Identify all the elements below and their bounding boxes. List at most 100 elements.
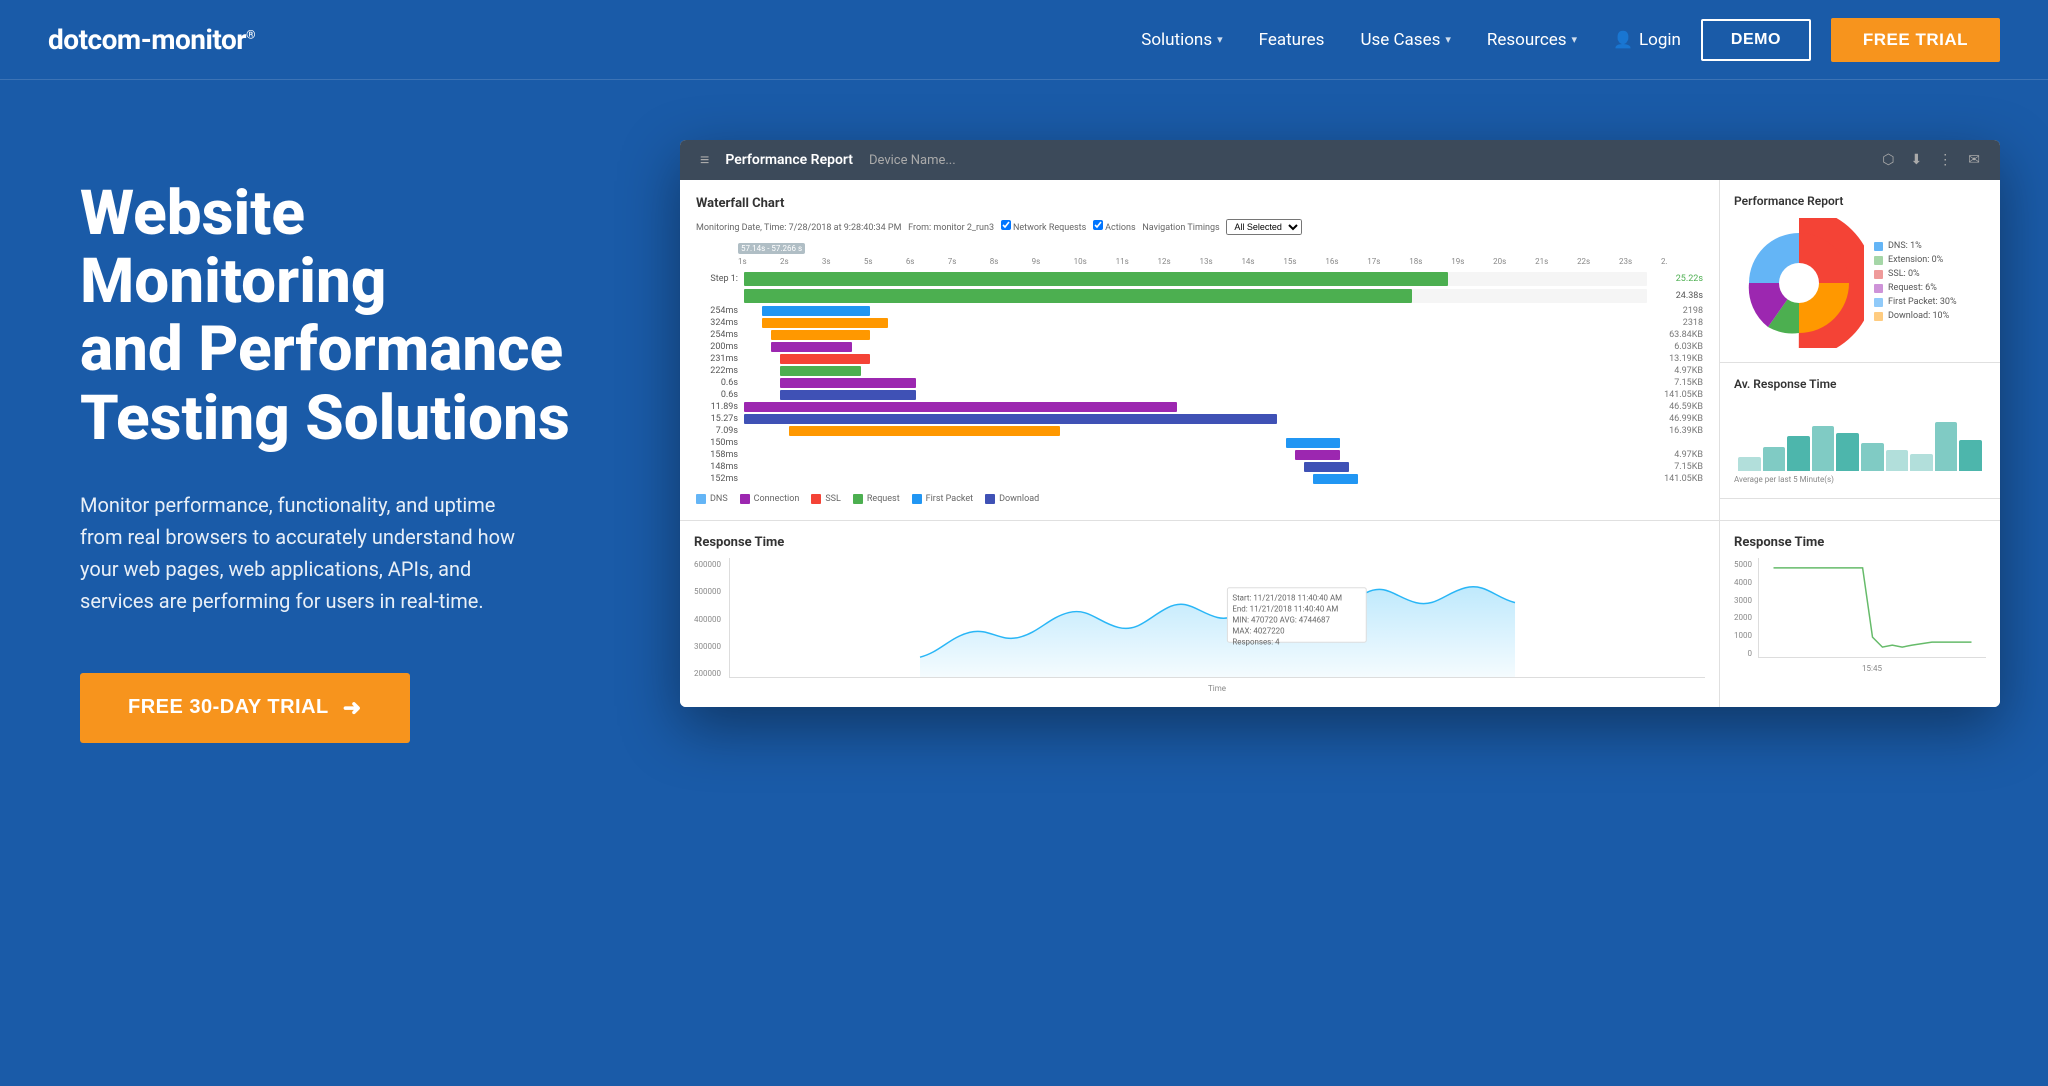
bar-chart-bar bbox=[1935, 422, 1958, 471]
response-time-section-2: Response Time 5000 4000 3000 2000 1000 0 bbox=[1720, 521, 2000, 707]
svg-text:Responses: 4: Responses: 4 bbox=[1232, 637, 1280, 646]
hero-section: Website Monitoringand PerformanceTesting… bbox=[0, 80, 2048, 980]
table-row: 254ms 63.84KB bbox=[696, 330, 1703, 340]
bar-chart-bar bbox=[1763, 447, 1786, 472]
bar-chart-area bbox=[1734, 401, 1986, 471]
free-trial-button[interactable]: FREE TRIAL bbox=[1831, 18, 2000, 62]
table-row: 0.6s 141.05KB bbox=[696, 390, 1703, 400]
bar-chart-bar bbox=[1959, 440, 1982, 472]
cta-label: FREE 30-DAY TRIAL bbox=[128, 696, 329, 719]
x-axis-label-2: 15:45 bbox=[1758, 664, 1986, 673]
table-row: 148ms 7.15KB bbox=[696, 462, 1703, 472]
line-chart-2-svg bbox=[1758, 558, 1986, 658]
pie-chart-section: Performance Report bbox=[1720, 180, 2000, 363]
hero-right: ≡ Performance Report Device Name... ⬡ ⬇ … bbox=[680, 140, 2000, 707]
share-icon[interactable]: ⬡ bbox=[1882, 152, 1894, 168]
login-link[interactable]: 👤 Login bbox=[1613, 30, 1681, 50]
hero-left: Website Monitoringand PerformanceTesting… bbox=[80, 140, 620, 743]
navbar: dotcom-monitor® Solutions ▾ Features Use… bbox=[0, 0, 2048, 80]
pie-area: DNS: 1% Extension: 0% SSL: 0% Request: 6… bbox=[1734, 218, 1986, 348]
line-chart-container: Start: 11/21/2018 11:40:40 AM End: 11/21… bbox=[729, 558, 1705, 693]
waterfall-meta: Monitoring Date, Time: 7/28/2018 at 9:28… bbox=[696, 219, 1703, 235]
dashboard-title: Performance Report bbox=[725, 152, 853, 168]
table-row: 324ms 2318 bbox=[696, 318, 1703, 328]
bar-chart-bar bbox=[1910, 454, 1933, 472]
timescale-row: 1s 2s 3s 5s 6s 7s 8s 9s 10s 11s 12s 13s bbox=[696, 257, 1703, 266]
demo-button[interactable]: DEMO bbox=[1701, 19, 1811, 61]
nav-features[interactable]: Features bbox=[1259, 30, 1325, 50]
dashboard-body: Waterfall Chart Monitoring Date, Time: 7… bbox=[680, 180, 2000, 520]
svg-text:MAX: 4027220: MAX: 4027220 bbox=[1232, 626, 1284, 635]
arrow-icon: ➜ bbox=[343, 695, 362, 721]
bar-chart-bar bbox=[1861, 443, 1884, 471]
hero-title: Website Monitoringand PerformanceTesting… bbox=[80, 180, 620, 453]
brand-trademark: ® bbox=[246, 28, 255, 42]
nav-solutions[interactable]: Solutions ▾ bbox=[1141, 30, 1222, 50]
table-row: 150ms bbox=[696, 438, 1703, 448]
table-row: 152ms 141.05KB bbox=[696, 474, 1703, 484]
bar-chart-bar bbox=[1738, 457, 1761, 471]
cta-trial-button[interactable]: FREE 30-DAY TRIAL ➜ bbox=[80, 673, 410, 743]
bar-chart-bar bbox=[1812, 426, 1835, 472]
response-time-2-area: 5000 4000 3000 2000 1000 0 bbox=[1734, 558, 1986, 673]
table-row: 11.89s 46.59KB bbox=[696, 402, 1703, 412]
waterfall-legend: DNS Connection SSL Request First Packet … bbox=[696, 494, 1703, 504]
bar-chart-section: Av. Response Time bbox=[1720, 363, 2000, 499]
svg-text:Start: 11/21/2018 11:40:40 AM: Start: 11/21/2018 11:40:40 AM bbox=[1232, 594, 1342, 603]
response-time-chart-area: 600000 500000 400000 300000 200000 bbox=[694, 558, 1705, 693]
y-axis-labels-2: 5000 4000 3000 2000 1000 0 bbox=[1734, 558, 1752, 658]
x-axis-label: Time bbox=[729, 684, 1705, 693]
bar-chart-bar bbox=[1836, 433, 1859, 472]
table-row: 158ms 4.97KB bbox=[696, 450, 1703, 460]
y-axis-labels: 600000 500000 400000 300000 200000 bbox=[694, 558, 721, 678]
svg-text:MIN: 470720 AVG: 4744687: MIN: 470720 AVG: 4744687 bbox=[1232, 615, 1330, 624]
more-icon[interactable]: ⋮ bbox=[1938, 152, 1952, 168]
response-time-title-2: Response Time bbox=[1734, 535, 1986, 550]
download-icon[interactable]: ⬇ bbox=[1911, 152, 1923, 168]
logo: dotcom-monitor® bbox=[48, 23, 255, 56]
topbar-actions: ⬡ ⬇ ⋮ ✉ bbox=[1882, 152, 1980, 168]
table-row: 231ms 13.19KB bbox=[696, 354, 1703, 364]
hero-description: Monitor performance, functionality, and … bbox=[80, 489, 620, 617]
timescale-highlight: 57.14s - 57.266 s bbox=[738, 243, 805, 254]
device-name: Device Name... bbox=[869, 153, 956, 168]
svg-text:End: 11/21/2018 11:40:40 AM: End: 11/21/2018 11:40:40 AM bbox=[1232, 605, 1338, 614]
bar-chart-bar bbox=[1886, 450, 1909, 471]
table-row: 200ms 6.03KB bbox=[696, 342, 1703, 352]
chevron-down-icon: ▾ bbox=[1445, 33, 1451, 46]
wf-total-row1: Step 1: 25.22s bbox=[696, 272, 1703, 286]
nav-use-cases[interactable]: Use Cases ▾ bbox=[1360, 30, 1450, 50]
table-row: 7.09s 16.39KB bbox=[696, 426, 1703, 436]
bar-chart-subtitle: Average per last 5 Minute(s) bbox=[1734, 475, 1986, 484]
dashboard-mockup: ≡ Performance Report Device Name... ⬡ ⬇ … bbox=[680, 140, 2000, 707]
user-icon: 👤 bbox=[1613, 30, 1633, 49]
chevron-down-icon: ▾ bbox=[1572, 33, 1578, 46]
line-chart-2-container: 15:45 bbox=[1758, 558, 1986, 673]
waterfall-title: Waterfall Chart bbox=[696, 196, 1703, 211]
login-label: Login bbox=[1639, 30, 1681, 50]
bar-chart-bar bbox=[1787, 436, 1810, 471]
right-panel: Performance Report bbox=[1720, 180, 2000, 520]
wf-total-row2: 24.38s bbox=[696, 289, 1703, 303]
table-row: 254ms 2198 bbox=[696, 306, 1703, 316]
bar-chart-title: Av. Response Time bbox=[1734, 377, 1986, 391]
response-time-title-1: Response Time bbox=[694, 535, 1705, 550]
response-time-section-1: Response Time 600000 500000 400000 30000… bbox=[680, 521, 1720, 707]
table-row: 15.27s 46.99KB bbox=[696, 414, 1703, 424]
pie-svg bbox=[1734, 218, 1864, 348]
table-row: 0.6s 7.15KB bbox=[696, 378, 1703, 388]
close-icon[interactable]: ✉ bbox=[1968, 152, 1980, 168]
dashboard-topbar: ≡ Performance Report Device Name... ⬡ ⬇ … bbox=[680, 140, 2000, 180]
nav-resources[interactable]: Resources ▾ bbox=[1487, 30, 1577, 50]
pie-legend: DNS: 1% Extension: 0% SSL: 0% Request: 6… bbox=[1874, 241, 1986, 325]
chevron-down-icon: ▾ bbox=[1217, 33, 1223, 46]
brand-name: dotcom-monitor bbox=[48, 23, 246, 56]
dashboard-bottom: Response Time 600000 500000 400000 30000… bbox=[680, 520, 2000, 707]
table-row: 222ms 4.97KB bbox=[696, 366, 1703, 376]
pie-chart-title: Performance Report bbox=[1734, 194, 1986, 208]
line-chart-svg: Start: 11/21/2018 11:40:40 AM End: 11/21… bbox=[729, 558, 1705, 678]
nav-links: Solutions ▾ Features Use Cases ▾ Resourc… bbox=[1141, 30, 1577, 50]
nav-auth: 👤 Login DEMO FREE TRIAL bbox=[1613, 18, 2000, 62]
waterfall-section: Waterfall Chart Monitoring Date, Time: 7… bbox=[680, 180, 1720, 520]
menu-icon: ≡ bbox=[700, 150, 709, 170]
